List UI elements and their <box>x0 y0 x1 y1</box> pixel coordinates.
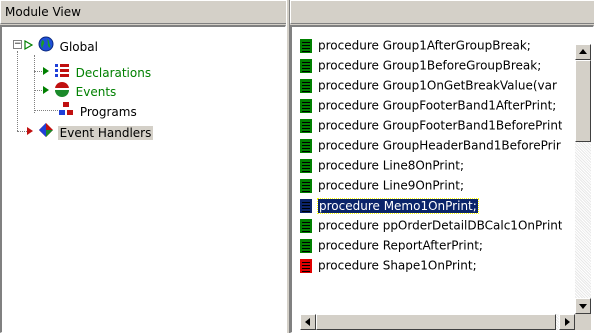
procedure-label: procedure GroupFooterBand1AfterPrint; <box>318 98 557 113</box>
procedure-label: procedure GroupFooterBand1BeforePrint <box>318 118 562 133</box>
horizontal-scrollbar[interactable] <box>300 314 575 330</box>
procedure-list-item[interactable]: procedure Line8OnPrint; <box>300 155 562 175</box>
module-tree: − Global Declarations Events Programs Ev… <box>0 25 286 333</box>
procedure-label: procedure Line9OnPrint; <box>318 178 465 193</box>
arrow-right-icon <box>24 38 34 56</box>
procedure-label: procedure Memo1OnPrint; <box>317 197 479 214</box>
events-icon <box>54 81 70 102</box>
procedure-doc-icon <box>300 158 312 173</box>
scroll-down-button[interactable] <box>575 298 591 314</box>
vertical-scroll-thumb[interactable] <box>575 60 591 142</box>
procedure-list: procedure Group1AfterGroupBreak; procedur… <box>290 25 594 333</box>
procedure-doc-icon <box>300 98 312 113</box>
module-view-title: Module View <box>5 5 81 19</box>
tree-item-label: Programs <box>79 104 137 119</box>
procedure-label: procedure ppOrderDetailDBCalc1OnPrint <box>318 218 562 233</box>
procedure-list-item[interactable]: procedure ReportAfterPrint; <box>300 235 562 255</box>
code-list-header <box>290 0 594 24</box>
procedure-doc-icon <box>300 178 312 193</box>
procedure-label: procedure Shape1OnPrint; <box>318 258 477 273</box>
procedure-doc-icon <box>300 58 312 73</box>
procedure-label: procedure Group1AfterGroupBreak; <box>318 38 531 53</box>
vertical-scrollbar[interactable] <box>575 44 591 314</box>
procedure-label: procedure Group1BeforeGroupBreak; <box>318 58 542 73</box>
arrow-left-icon <box>305 318 310 326</box>
scroll-up-button[interactable] <box>575 44 591 60</box>
module-view-pane: Module View − Global Declarations Events… <box>0 0 286 333</box>
procedure-label: procedure Group1OnGetBreakValue(var <box>318 78 557 93</box>
arrow-down-icon <box>579 304 587 309</box>
tree-item-declarations[interactable]: Declarations <box>42 62 153 80</box>
arrow-right-icon <box>42 83 50 101</box>
event-handlers-icon <box>38 122 54 143</box>
procedure-list-item[interactable]: procedure Group1AfterGroupBreak; <box>300 35 562 55</box>
procedure-list-item[interactable]: procedure Group1OnGetBreakValue(var <box>300 75 562 95</box>
procedure-doc-icon <box>300 78 312 93</box>
procedure-list-item[interactable]: procedure GroupHeaderBand1BeforePrir <box>300 135 562 155</box>
procedure-label: procedure Line8OnPrint; <box>318 158 465 173</box>
tree-item-label: Declarations <box>75 65 152 80</box>
tree-item-programs[interactable]: Programs <box>58 101 139 119</box>
procedure-list-item[interactable]: procedure Memo1OnPrint; <box>300 195 562 215</box>
procedure-list-item[interactable]: procedure GroupFooterBand1BeforePrint <box>300 115 562 135</box>
procedure-label: procedure ReportAfterPrint; <box>318 238 483 253</box>
tree-line <box>34 55 35 113</box>
tree-item-events[interactable]: Events <box>42 81 118 99</box>
procedure-doc-icon <box>300 218 312 233</box>
arrow-right-icon <box>42 64 50 82</box>
declarations-icon <box>54 62 70 83</box>
procedure-doc-icon <box>300 38 312 53</box>
horizontal-scroll-thumb[interactable] <box>316 314 556 330</box>
scroll-left-button[interactable] <box>300 314 316 330</box>
collapse-global-toggle[interactable]: − <box>13 40 22 49</box>
procedure-list-item[interactable]: procedure GroupFooterBand1AfterPrint; <box>300 95 562 115</box>
tree-item-label: Global <box>59 39 98 54</box>
programs-icon <box>58 101 74 122</box>
arrow-right-icon <box>26 124 34 142</box>
tree-line <box>17 51 18 131</box>
code-list-pane: procedure Group1AfterGroupBreak; procedur… <box>290 0 594 333</box>
procedure-doc-icon <box>300 198 312 213</box>
arrow-up-icon <box>579 49 587 54</box>
tree-line <box>34 110 58 111</box>
procedure-doc-icon <box>300 258 312 273</box>
tree-item-label: Event Handlers <box>57 125 154 140</box>
tree-item-global[interactable]: Global <box>24 36 100 54</box>
procedure-list-item[interactable]: procedure Group1BeforeGroupBreak; <box>300 55 562 75</box>
procedure-doc-icon <box>300 118 312 133</box>
scroll-right-button[interactable] <box>559 314 575 330</box>
procedure-doc-icon <box>300 138 312 153</box>
tree-item-label: Events <box>75 84 117 99</box>
module-view-header: Module View <box>0 0 286 24</box>
procedure-list-item[interactable]: procedure Line9OnPrint; <box>300 175 562 195</box>
procedure-list-item[interactable]: procedure ppOrderDetailDBCalc1OnPrint <box>300 215 562 235</box>
globe-icon <box>38 36 54 57</box>
procedure-list-item[interactable]: procedure Shape1OnPrint; <box>300 255 562 275</box>
scroll-corner <box>575 314 591 330</box>
arrow-right-icon <box>565 318 570 326</box>
procedure-label: procedure GroupHeaderBand1BeforePrir <box>318 138 561 153</box>
tree-item-event-handlers[interactable]: Event Handlers <box>26 122 154 143</box>
procedure-doc-icon <box>300 238 312 253</box>
